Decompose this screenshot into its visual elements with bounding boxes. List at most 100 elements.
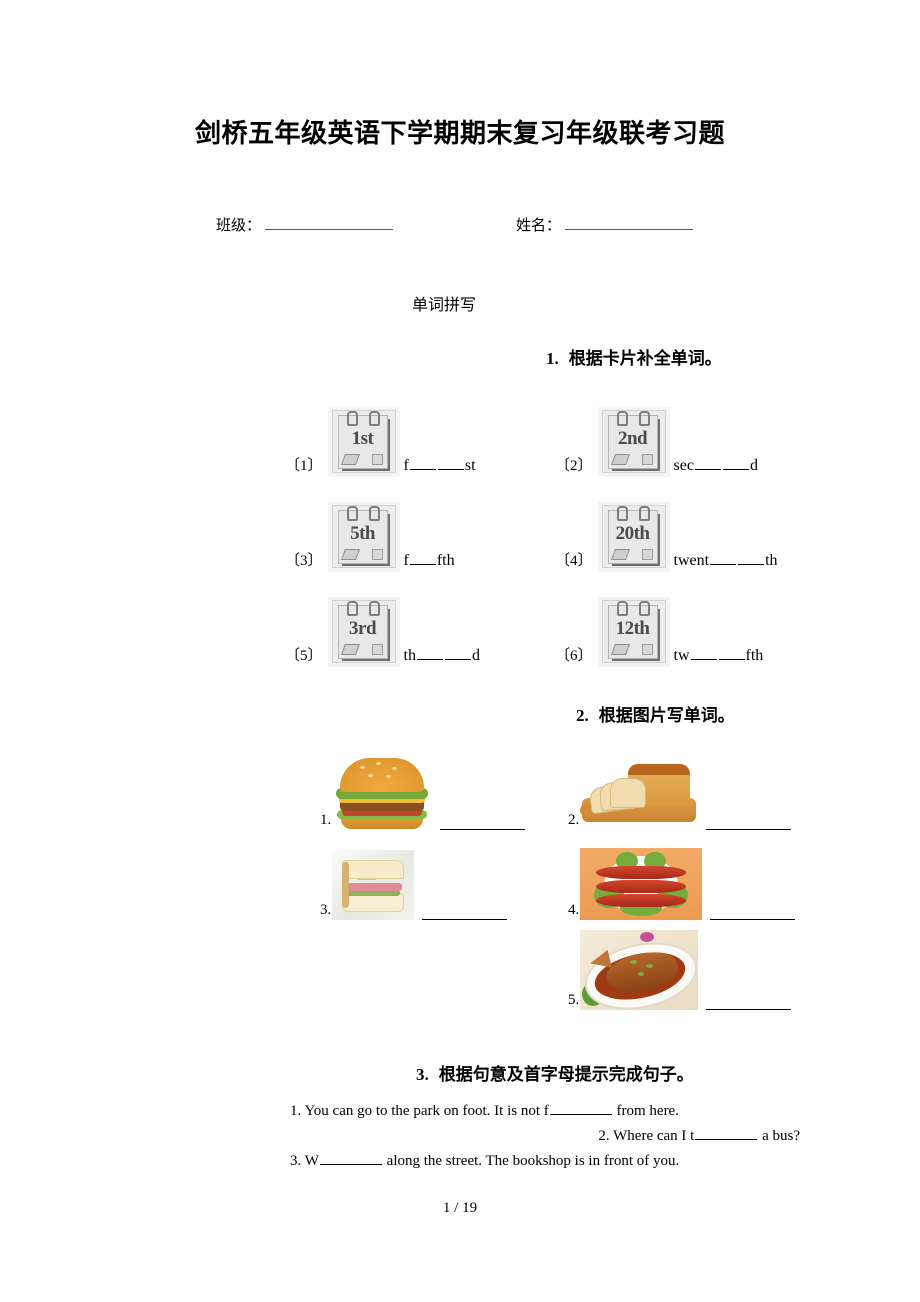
sentence-3-before: W (304, 1153, 319, 1169)
answer-blank[interactable] (409, 552, 436, 565)
answer-blank[interactable] (694, 457, 721, 470)
card-item-5: 〔5〕 3rd th d (285, 597, 480, 667)
answer-blank[interactable] (690, 647, 717, 660)
calendar-icon: 20th (597, 502, 670, 572)
picture-item-5: 5. (568, 930, 792, 1010)
picture-answer-blank[interactable] (706, 817, 792, 830)
question-2-heading: 2. 根据图片写单词。 (576, 701, 735, 726)
card-answer-5-suffix: d (471, 647, 480, 664)
answer-blank[interactable] (444, 647, 471, 660)
picture-item-4-index: 4. (568, 902, 580, 918)
card-row: 〔1〕 1st f st 〔2〕 2nd sec d (285, 386, 805, 481)
picture-item-1-index: 1. (320, 812, 332, 828)
picture-item-5-index: 5. (568, 992, 580, 1008)
card-answer-3-prefix: f (403, 552, 409, 569)
picture-item-3-index: 3. (320, 902, 332, 918)
name-field: 姓名： (516, 214, 694, 235)
class-field: 班级： (216, 214, 394, 235)
picture-item-4: 4. (568, 848, 796, 920)
picture-answer-blank[interactable] (440, 817, 526, 830)
answer-blank[interactable] (437, 457, 464, 470)
picture-item-1: 1. (320, 752, 526, 830)
picture-item-2-index: 2. (568, 812, 580, 828)
picture-answer-blank[interactable] (710, 907, 796, 920)
name-input-blank[interactable] (565, 216, 694, 230)
answer-blank[interactable] (710, 552, 737, 565)
card-item-3-index: 〔3〕 (285, 553, 323, 569)
picture-answer-blank[interactable] (706, 997, 792, 1010)
answer-blank[interactable] (722, 457, 749, 470)
fish-dish-photo (580, 930, 699, 1010)
calendar-ordinal-5: 3rd (349, 618, 377, 639)
picture-item-2: 2. (568, 758, 792, 830)
card-answer-2-suffix: d (749, 457, 758, 474)
card-answer-4-prefix: twent (673, 552, 710, 569)
section-title: 单词拼写 (412, 297, 477, 314)
picture-answer-blank[interactable] (422, 907, 508, 920)
sentence-2-after: a bus? (758, 1128, 800, 1144)
calendar-ordinal-1: 1st (351, 428, 374, 449)
sentence-blank[interactable] (695, 1127, 758, 1140)
answer-blank[interactable] (738, 552, 765, 565)
card-item-4-index: 〔4〕 (555, 553, 593, 569)
calendar-icon: 2nd (597, 407, 670, 477)
bread-loaf-photo (580, 758, 699, 830)
answer-blank[interactable] (409, 457, 436, 470)
card-answer-4[interactable]: twent th (674, 552, 778, 572)
card-answer-6-suffix: fth (745, 647, 764, 664)
calendar-ordinal-2: 2nd (617, 428, 648, 449)
card-answer-1[interactable]: f st (404, 457, 476, 477)
class-label: 班级： (216, 218, 262, 234)
sentence-completion-list: 1. You can go to the park on foot. It is… (290, 1099, 800, 1174)
card-item-4: 〔4〕 20th twent th (555, 502, 778, 572)
card-item-6-index: 〔6〕 (555, 648, 593, 664)
calendar-ordinal-6: 12th (615, 618, 650, 639)
calendar-icon: 5th (327, 502, 400, 572)
sentence-3-after: along the street. The bookshop is in fro… (382, 1153, 680, 1169)
card-row: 〔3〕 5th f fth 〔4〕 20th twent th (285, 481, 805, 576)
question-1-number: 1. (546, 349, 559, 368)
card-answer-3[interactable]: f fth (404, 552, 455, 572)
calendar-ordinal-3: 5th (350, 523, 375, 544)
question-1-text: 根据卡片补全单词。 (568, 349, 722, 368)
answer-blank[interactable] (718, 647, 745, 660)
card-row: 〔5〕 3rd th d 〔6〕 12th tw fth (285, 576, 805, 671)
card-answer-5[interactable]: th d (404, 647, 480, 667)
question-3-number: 3. (416, 1065, 429, 1084)
question-3-text: 根据句意及首字母提示完成句子。 (438, 1065, 694, 1084)
calendar-ordinal-4: 20th (615, 523, 650, 544)
hamburger-photo (332, 752, 433, 830)
card-item-3: 〔3〕 5th f fth (285, 502, 455, 572)
card-answer-1-suffix: st (464, 457, 476, 474)
sentence-3: 3. W along the street. The bookshop is i… (290, 1149, 800, 1174)
sentence-2: 2. Where can I t a bus? (290, 1124, 800, 1149)
card-item-2-index: 〔2〕 (555, 458, 593, 474)
answer-blank[interactable] (416, 647, 443, 660)
card-answer-3-suffix: fth (436, 552, 455, 569)
sentence-2-before: Where can I t (613, 1128, 695, 1144)
student-info-row: 班级： 姓名： (0, 214, 920, 240)
card-answer-6[interactable]: tw fth (674, 647, 764, 667)
card-item-1-index: 〔1〕 (285, 458, 323, 474)
calendar-icon: 3rd (327, 597, 400, 667)
worksheet-page: 剑桥五年级英语下学期期末复习年级联考习题 班级： 姓名： 单词拼写 1. 根据卡片… (0, 0, 920, 1302)
picture-row: 5. (285, 922, 805, 1012)
card-answer-2[interactable]: sec d (674, 457, 758, 477)
card-answer-2-prefix: sec (673, 457, 694, 474)
picture-row: 1. 2. (285, 742, 805, 832)
question-2-text: 根据图片写单词。 (598, 706, 735, 725)
page-title: 剑桥五年级英语下学期期末复习年级联考习题 (194, 119, 725, 148)
sentence-1-before: You can go to the park on foot. It is no… (304, 1103, 549, 1119)
sentence-blank[interactable] (549, 1102, 612, 1115)
sentence-2-number: 2. (598, 1128, 610, 1144)
calendar-icon: 1st (327, 407, 400, 477)
card-answer-1-prefix: f (403, 457, 409, 474)
card-item-1: 〔1〕 1st f st (285, 407, 476, 477)
name-label: 姓名： (516, 218, 562, 234)
class-input-blank[interactable] (265, 216, 394, 230)
sandwich-photo (332, 850, 415, 920)
card-answer-4-suffix: th (765, 552, 778, 569)
page-footer: 1 / 19 (442, 1200, 478, 1216)
calendar-icon: 12th (597, 597, 670, 667)
sentence-blank[interactable] (319, 1152, 382, 1165)
